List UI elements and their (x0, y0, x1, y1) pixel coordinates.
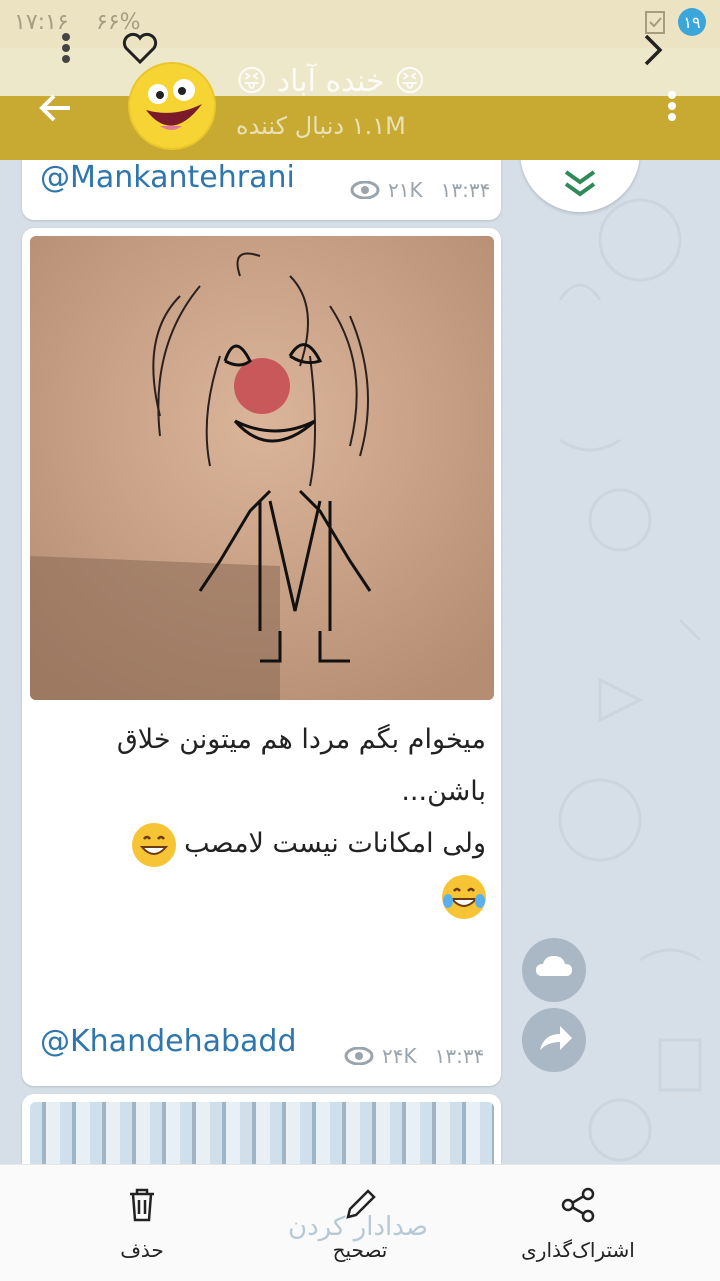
share-button[interactable]: اشتراک‌گذاری (510, 1185, 646, 1262)
message-text-line-2: ولی امکانات نیست لامصب (184, 828, 486, 859)
status-bar: ۱۷:۱۶ ۶۶% ۱۹ (0, 0, 720, 48)
subscriber-count: ۱.۱M دنبال کننده (236, 112, 406, 140)
view-count: ۲۴K (382, 1044, 417, 1068)
message-meta: ۲۱K ۱۳:۳۴ (350, 178, 490, 202)
trash-icon (130, 1188, 154, 1222)
eye-icon (344, 1047, 374, 1065)
message-text-line (40, 870, 486, 922)
cloud-icon (536, 956, 572, 976)
message-time: ۱۳:۳۴ (434, 1044, 485, 1068)
view-count: ۲۱K (388, 178, 423, 202)
message-time: ۱۳:۳۴ (440, 178, 491, 202)
eye-icon (350, 181, 380, 199)
channel-avatar[interactable] (128, 62, 216, 150)
tears-of-joy-emoji-icon (442, 874, 486, 919)
grinning-emoji-icon (131, 822, 176, 867)
unmute-ghost-label: صدادار کردن (288, 1212, 428, 1242)
message-meta: ۲۴K ۱۳:۳۴ (344, 1044, 484, 1068)
delete-label: حذف (120, 1238, 164, 1262)
delete-button[interactable]: حذف (110, 1185, 174, 1262)
message-text-line: میخوام بگم مردا هم میتونن خلاق باشن... (116, 724, 486, 807)
forward-button[interactable] (522, 1008, 586, 1072)
save-to-cloud-button[interactable] (522, 938, 586, 1002)
message-text-line: ولی امکانات نیست لامصب (40, 818, 486, 870)
header-more-icon[interactable] (662, 88, 682, 128)
channel-link[interactable]: @Mankantehrani (40, 160, 295, 195)
share-label: اشتراک‌گذاری (521, 1238, 635, 1262)
chevron-right-icon[interactable] (640, 32, 668, 68)
message-card[interactable]: میخوام بگم مردا هم میتونن خلاق باشن... و… (22, 228, 501, 1086)
channel-title[interactable]: 😝 خنده آباد 😝 (236, 64, 506, 99)
message-photo[interactable] (30, 236, 494, 700)
more-options-icon[interactable] (56, 30, 76, 70)
heart-icon[interactable] (120, 28, 160, 68)
forward-arrow-icon (540, 1026, 572, 1050)
share-icon (561, 1187, 595, 1223)
back-arrow-icon[interactable] (36, 88, 76, 128)
channel-link[interactable]: @Khandehabadd (40, 1024, 297, 1059)
message-text: میخوام بگم مردا هم میتونن خلاق باشن... و… (40, 714, 486, 922)
notification-badge: ۱۹ (678, 8, 706, 36)
